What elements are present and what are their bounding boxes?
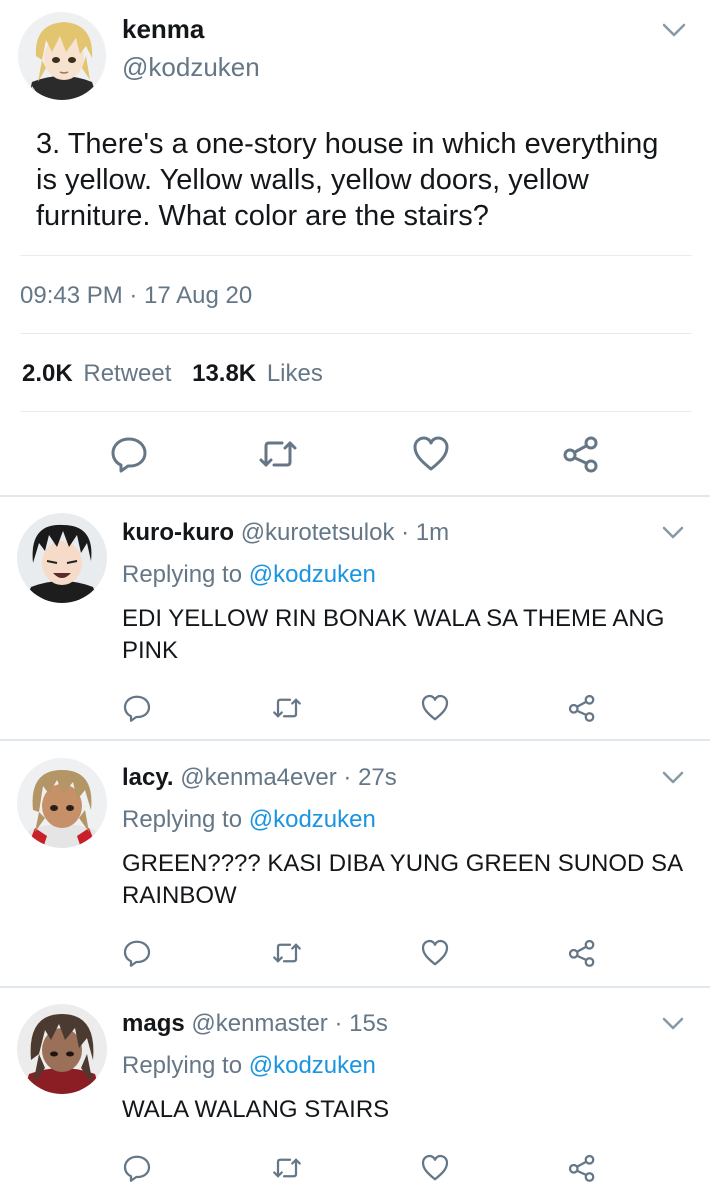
author-name[interactable]: kenma: [122, 14, 204, 45]
divider: [20, 411, 692, 412]
replying-label: Replying to: [122, 806, 243, 833]
avatar[interactable]: [18, 12, 106, 100]
reply-text: GREEN???? KASI DIBA YUNG GREEN SUNOD SA …: [122, 850, 682, 909]
avatar[interactable]: [17, 758, 107, 848]
replying-label: Replying to: [122, 1052, 243, 1079]
reply-time: 15s: [349, 1010, 388, 1037]
retweet-count[interactable]: 2.0K: [22, 360, 73, 387]
replying-mention[interactable]: @kodzuken: [249, 806, 376, 833]
reply-author-handle[interactable]: @kenma4ever: [180, 764, 336, 791]
divider: [0, 739, 710, 741]
reply-author-name[interactable]: mags: [122, 1010, 185, 1037]
reply-icon[interactable]: [122, 938, 152, 968]
chevron-down-icon[interactable]: [662, 22, 686, 38]
lacy-avatar-icon: [17, 758, 107, 848]
reply-tweet[interactable]: kuro-kuro @kurotetsulok · 1m Replying to…: [0, 497, 710, 740]
reply-tweet[interactable]: lacy. @kenma4ever · 27s Replying to @kod…: [0, 742, 710, 987]
likes-count[interactable]: 13.8K: [192, 360, 256, 387]
reply-text: EDI YELLOW RIN BONAK WALA SA THEME ANG P…: [122, 605, 665, 664]
replying-mention[interactable]: @kodzuken: [249, 1052, 376, 1079]
chevron-down-icon[interactable]: [662, 770, 684, 784]
reply-time: 1m: [415, 519, 450, 546]
replying-to: Replying to @kodzuken: [122, 806, 376, 834]
reply-text: WALA WALANG STAIRS: [122, 1096, 390, 1123]
replying-label: Replying to: [122, 561, 243, 588]
reply-author-handle[interactable]: @kurotetsulok: [241, 519, 395, 546]
chevron-down-icon[interactable]: [662, 525, 684, 539]
author-handle[interactable]: @kodzuken: [122, 52, 260, 83]
reply-tweet[interactable]: mags @kenmaster · 15s Replying to @kodzu…: [0, 988, 710, 1200]
retweet-icon[interactable]: [272, 693, 302, 723]
reply-icon[interactable]: [122, 1153, 152, 1183]
replying-to: Replying to @kodzuken: [122, 1052, 376, 1080]
separator: ·: [334, 1010, 343, 1037]
reply-time: 27s: [358, 764, 397, 791]
avatar[interactable]: [17, 1004, 107, 1094]
separator: ·: [343, 764, 352, 791]
replying-mention[interactable]: @kodzuken: [249, 561, 376, 588]
share-icon[interactable]: [567, 938, 597, 968]
tweet-timestamp: 09:43 PM · 17 Aug 20: [20, 282, 253, 309]
share-icon[interactable]: [567, 1153, 597, 1183]
retweet-icon[interactable]: [272, 1153, 302, 1183]
tweet-text: 3. There's a one-story house in which ev…: [36, 128, 659, 232]
replying-to: Replying to @kodzuken: [122, 561, 376, 589]
likes-label[interactable]: Likes: [267, 360, 323, 387]
separator: ·: [401, 519, 410, 546]
reply-header: mags @kenmaster · 15s: [122, 1010, 388, 1038]
like-icon[interactable]: [411, 434, 451, 474]
retweet-icon[interactable]: [258, 434, 298, 474]
kenma-avatar-icon: [18, 12, 106, 100]
reply-author-name[interactable]: lacy.: [122, 764, 174, 791]
tweet-stats: 2.0K Retweet 13.8K Likes: [22, 360, 337, 388]
divider: [20, 333, 692, 334]
tweet-thread: kenma @kodzuken 3. There's a one-story h…: [0, 0, 710, 1200]
kuro-avatar-icon: [17, 513, 107, 603]
like-icon[interactable]: [420, 1153, 450, 1183]
like-icon[interactable]: [420, 693, 450, 723]
divider: [20, 255, 692, 256]
share-icon[interactable]: [567, 693, 597, 723]
mags-avatar-icon: [17, 1004, 107, 1094]
reply-icon[interactable]: [122, 693, 152, 723]
share-icon[interactable]: [561, 434, 601, 474]
retweet-icon[interactable]: [272, 938, 302, 968]
like-icon[interactable]: [420, 938, 450, 968]
reply-author-handle[interactable]: @kenmaster: [191, 1010, 327, 1037]
chevron-down-icon[interactable]: [662, 1016, 684, 1030]
reply-header: lacy. @kenma4ever · 27s: [122, 764, 397, 792]
reply-icon[interactable]: [109, 434, 149, 474]
avatar[interactable]: [17, 513, 107, 603]
reply-header: kuro-kuro @kurotetsulok · 1m: [122, 519, 449, 547]
reply-author-name[interactable]: kuro-kuro: [122, 519, 234, 546]
main-tweet: kenma @kodzuken 3. There's a one-story h…: [0, 0, 710, 497]
retweet-label[interactable]: Retweet: [83, 360, 171, 387]
